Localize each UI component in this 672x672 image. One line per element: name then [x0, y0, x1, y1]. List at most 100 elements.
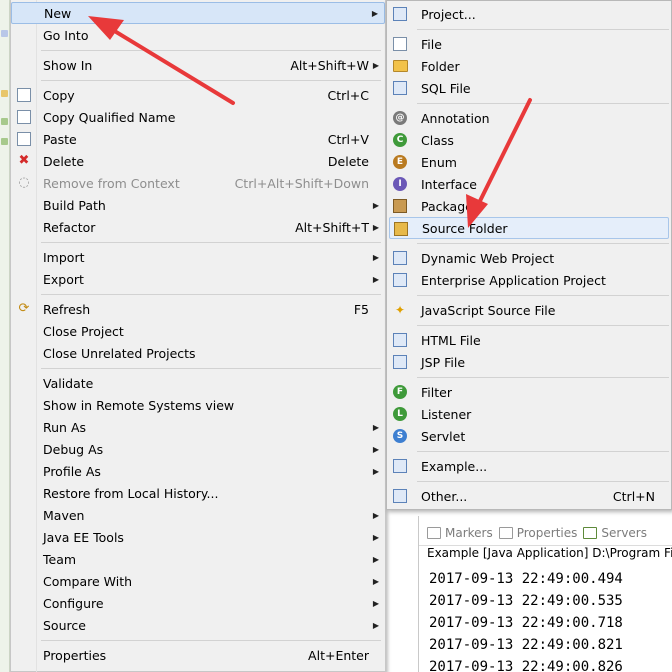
new-submenu-item-other[interactable]: Other... Ctrl+N — [389, 485, 669, 507]
new-submenu-item-html-file[interactable]: HTML File — [389, 329, 669, 351]
menu-item-debug-as[interactable]: Debug As ▶ — [11, 438, 385, 460]
menu-item-label: Export — [43, 271, 84, 287]
menu-item-shortcut: Ctrl+V — [327, 131, 369, 147]
menu-item-import[interactable]: Import ▶ — [11, 246, 385, 268]
menu-item-close-project[interactable]: Close Project — [11, 320, 385, 342]
tab-servers[interactable]: Servers — [583, 526, 647, 540]
gutter-marker — [1, 118, 8, 125]
menu-item-refactor[interactable]: Refactor Alt+Shift+T ▶ — [11, 216, 385, 238]
menu-item-copy[interactable]: Copy Ctrl+C — [11, 84, 385, 106]
submenu-item-label: Dynamic Web Project — [421, 250, 555, 266]
new-submenu-item-class[interactable]: C Class — [389, 129, 669, 151]
submenu-item-label: Source Folder — [422, 220, 508, 236]
submenu-arrow-icon: ▶ — [372, 532, 379, 542]
new-submenu-item-javascript-source-file[interactable]: ✦ JavaScript Source File — [389, 299, 669, 321]
menu-item-shortcut: Ctrl+C — [327, 87, 369, 103]
submenu-arrow-icon: ▶ — [372, 274, 379, 284]
menu-item-new[interactable]: New ▶ — [11, 2, 385, 24]
menu-item-copy-qualified-name[interactable]: Copy Qualified Name — [11, 106, 385, 128]
new-submenu-item-enterprise-application-project[interactable]: Enterprise Application Project — [389, 269, 669, 291]
new-submenu-item-filter[interactable]: F Filter — [389, 381, 669, 403]
new-submenu-item-package[interactable]: Package — [389, 195, 669, 217]
menu-item-java-ee-tools[interactable]: Java EE Tools ▶ — [11, 526, 385, 548]
new-submenu-item-example[interactable]: Example... — [389, 455, 669, 477]
menu-item-maven[interactable]: Maven ▶ — [11, 504, 385, 526]
new-submenu-item-file[interactable]: File — [389, 33, 669, 55]
other-icon — [393, 489, 407, 503]
menu-separator — [41, 242, 381, 243]
dynamic-web-project-icon — [393, 251, 407, 265]
menu-item-label: Team — [43, 551, 77, 567]
menu-item-label: Close Unrelated Projects — [43, 345, 196, 361]
submenu-arrow-icon: ▶ — [372, 222, 379, 232]
menu-item-label: Refresh — [43, 301, 91, 317]
submenu-arrow-icon: ▶ — [372, 200, 379, 210]
menu-item-restore-from-local-history[interactable]: Restore from Local History... — [11, 482, 385, 504]
menu-item-go-into[interactable]: Go Into — [11, 24, 385, 46]
new-submenu-item-servlet[interactable]: S Servlet — [389, 425, 669, 447]
submenu-item-label: SQL File — [421, 80, 471, 96]
menu-item-source[interactable]: Source ▶ — [11, 614, 385, 636]
submenu-arrow-icon: ▶ — [372, 444, 379, 454]
submenu-item-shortcut: Ctrl+N — [612, 488, 655, 504]
menu-item-compare-with[interactable]: Compare With ▶ — [11, 570, 385, 592]
example-icon — [393, 459, 407, 473]
delete-icon: ✖ — [18, 153, 30, 168]
console-line: 2017-09-13 22:49:00.494 — [429, 571, 623, 587]
new-submenu: Project... File Folder SQL File @ Annotation C… — [386, 0, 672, 510]
submenu-separator — [417, 481, 669, 482]
submenu-item-label: JavaScript Source File — [421, 302, 556, 318]
new-submenu-item-listener[interactable]: L Listener — [389, 403, 669, 425]
menu-separator — [41, 294, 381, 295]
menu-item-show-in[interactable]: Show In Alt+Shift+W ▶ — [11, 54, 385, 76]
submenu-arrow-icon: ▶ — [372, 252, 379, 262]
new-submenu-item-source-folder[interactable]: Source Folder — [389, 217, 669, 239]
menu-item-label: Restore from Local History... — [43, 485, 219, 501]
submenu-separator — [417, 243, 669, 244]
submenu-arrow-icon: ▶ — [372, 576, 379, 586]
menu-item-label: Go Into — [43, 27, 89, 43]
menu-item-label: Import — [43, 249, 85, 265]
menu-item-label: Remove from Context — [43, 175, 180, 191]
menu-separator — [41, 50, 381, 51]
menu-item-team[interactable]: Team ▶ — [11, 548, 385, 570]
copy-qualified-name-icon — [17, 110, 31, 124]
tab-properties[interactable]: Properties — [498, 526, 577, 540]
new-submenu-item-folder[interactable]: Folder — [389, 55, 669, 77]
menu-item-close-unrelated-projects[interactable]: Close Unrelated Projects — [11, 342, 385, 364]
menu-item-show-in-remote-systems-view[interactable]: Show in Remote Systems view — [11, 394, 385, 416]
menu-item-properties[interactable]: Properties Alt+Enter — [11, 644, 385, 666]
menu-item-run-as[interactable]: Run As ▶ — [11, 416, 385, 438]
menu-item-validate[interactable]: Validate — [11, 372, 385, 394]
menu-item-label: Java EE Tools — [43, 529, 124, 545]
context-menu: New ▶ Go Into Show In Alt+Shift+W ▶ Copy Ctrl+C… — [10, 0, 386, 672]
menu-item-export[interactable]: Export ▶ — [11, 268, 385, 290]
menu-item-label: Copy — [43, 87, 75, 103]
console-panel: Markers Properties Servers Example [Java… — [418, 516, 672, 672]
new-submenu-item-interface[interactable]: I Interface — [389, 173, 669, 195]
submenu-item-label: Folder — [421, 58, 460, 74]
menu-item-profile-as[interactable]: Profile As ▶ — [11, 460, 385, 482]
submenu-item-label: HTML File — [421, 332, 481, 348]
class-icon: C — [393, 133, 407, 147]
new-submenu-item-annotation[interactable]: @ Annotation — [389, 107, 669, 129]
menu-item-delete[interactable]: ✖ Delete Delete — [11, 150, 385, 172]
submenu-separator — [417, 377, 669, 378]
submenu-item-label: Example... — [421, 458, 488, 474]
tab-markers[interactable]: Markers — [427, 526, 493, 540]
servers-icon — [583, 526, 598, 539]
menu-separator — [41, 368, 381, 369]
submenu-arrow-icon: ▶ — [372, 620, 379, 630]
new-submenu-item-project[interactable]: Project... — [389, 3, 669, 25]
new-submenu-item-sql-file[interactable]: SQL File — [389, 77, 669, 99]
menu-item-label: Debug As — [43, 441, 104, 457]
menu-item-shortcut: Alt+Shift+T — [295, 219, 369, 235]
menu-item-build-path[interactable]: Build Path ▶ — [11, 194, 385, 216]
menu-item-paste[interactable]: Paste Ctrl+V — [11, 128, 385, 150]
menu-item-refresh[interactable]: ⟳ Refresh F5 — [11, 298, 385, 320]
new-submenu-item-enum[interactable]: E Enum — [389, 151, 669, 173]
menu-item-configure[interactable]: Configure ▶ — [11, 592, 385, 614]
submenu-arrow-icon: ▶ — [372, 422, 379, 432]
new-submenu-item-jsp-file[interactable]: JSP File — [389, 351, 669, 373]
new-submenu-item-dynamic-web-project[interactable]: Dynamic Web Project — [389, 247, 669, 269]
